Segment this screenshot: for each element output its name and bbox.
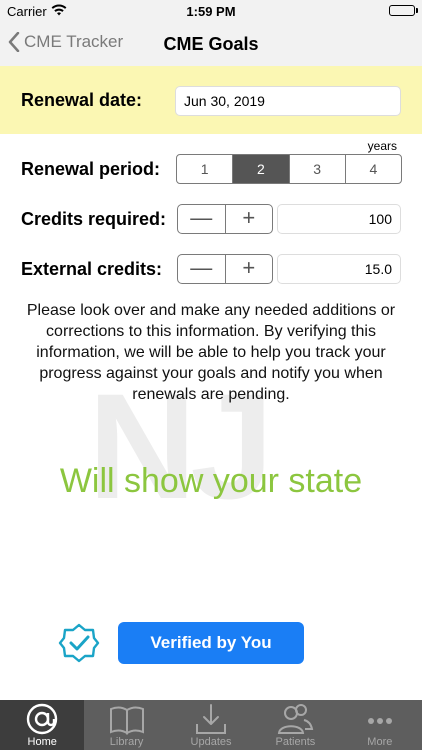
tab-updates-label: Updates <box>190 736 232 748</box>
external-credits-label: External credits: <box>21 259 163 279</box>
renewal-period-label: Renewal period: <box>21 159 161 179</box>
tab-home[interactable]: Home <box>0 700 85 750</box>
credits-required-increment-button[interactable]: + <box>226 205 273 233</box>
tab-more-label: More <box>367 736 393 748</box>
state-placeholder-text: Will show your state <box>59 462 363 500</box>
credits-required-field[interactable]: 100 <box>277 204 401 234</box>
tab-patients[interactable]: Patients <box>253 700 337 750</box>
book-icon <box>84 702 168 736</box>
download-icon <box>169 702 253 736</box>
battery-icon <box>389 5 418 16</box>
nav-bar: CME Tracker CME Goals <box>0 22 422 66</box>
tab-library-label: Library <box>109 736 144 748</box>
renewal-period-option-2[interactable]: 2 <box>233 155 290 183</box>
info-text: Please look over and make any needed add… <box>26 302 396 403</box>
tab-library[interactable]: Library <box>84 700 168 750</box>
renewal-period-option-4[interactable]: 4 <box>346 155 401 183</box>
credits-required-stepper: — + <box>177 204 273 234</box>
tab-updates[interactable]: Updates <box>169 700 253 750</box>
renewal-period-segmented-control: 1 2 3 4 <box>176 154 402 184</box>
status-bar: Carrier 1:59 PM <box>0 0 422 22</box>
renewal-period-option-1[interactable]: 1 <box>177 155 234 183</box>
years-unit-label: years <box>367 139 397 153</box>
tab-patients-label: Patients <box>275 736 316 748</box>
more-dots-icon <box>338 702 422 736</box>
tab-more[interactable]: More <box>338 700 422 750</box>
tab-home-label: Home <box>27 736 57 748</box>
status-time: 1:59 PM <box>186 4 236 19</box>
at-icon <box>0 702 84 736</box>
people-icon <box>253 702 337 736</box>
verified-badge-icon <box>58 622 100 664</box>
external-credits-stepper: — + <box>177 254 273 284</box>
renewal-period-option-3[interactable]: 3 <box>290 155 346 183</box>
renewal-date-field[interactable]: Jun 30, 2019 <box>175 86 401 116</box>
renewal-date-label: Renewal date: <box>21 90 143 110</box>
external-credits-increment-button[interactable]: + <box>226 255 273 283</box>
external-credits-decrement-button[interactable]: — <box>178 255 226 283</box>
renewal-date-section: Renewal date: Jun 30, 2019 <box>0 66 422 134</box>
credits-required-label: Credits required: <box>21 209 167 229</box>
credits-required-decrement-button[interactable]: — <box>178 205 226 233</box>
external-credits-field[interactable]: 15.0 <box>277 254 401 284</box>
page-title: CME Goals <box>163 34 259 54</box>
tab-bar: Home Library Updates Patients More <box>0 700 422 750</box>
verified-by-you-button[interactable]: Verified by You <box>118 622 304 664</box>
